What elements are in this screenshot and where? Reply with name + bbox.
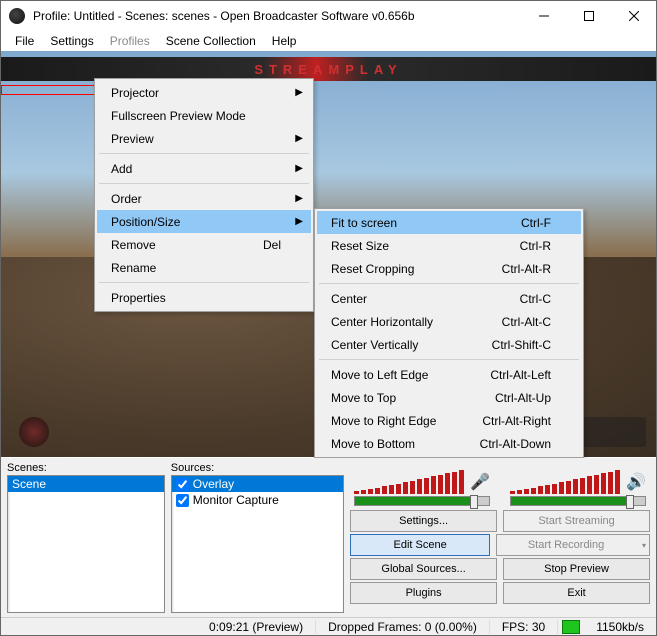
ctx-position-size[interactable]: Position/Size▶ bbox=[97, 210, 311, 233]
selection-outline[interactable] bbox=[1, 85, 95, 95]
scenes-label: Scenes: bbox=[7, 462, 165, 474]
controls-column: 🎤 🔊 Settings... Start Streaming Edit Sce… bbox=[350, 462, 650, 613]
ctx-move-left-edge[interactable]: Move to Left EdgeCtrl-Alt-Left bbox=[317, 363, 581, 386]
source-item-overlay[interactable]: Overlay bbox=[172, 476, 343, 492]
menu-profiles[interactable]: Profiles bbox=[102, 32, 158, 50]
sources-label: Sources: bbox=[171, 462, 344, 474]
status-bitrate: 1150kb/s bbox=[584, 620, 656, 634]
minimize-button[interactable] bbox=[521, 1, 566, 31]
slider-thumb[interactable] bbox=[470, 495, 478, 509]
source-item-label: Overlay bbox=[193, 477, 234, 491]
chevron-right-icon: ▶ bbox=[295, 193, 303, 204]
maximize-button[interactable] bbox=[566, 1, 611, 31]
ctx-fit-to-screen[interactable]: Fit to screenCtrl-F bbox=[317, 211, 581, 234]
edit-scene-button[interactable]: Edit Scene bbox=[350, 534, 490, 556]
window-controls bbox=[521, 1, 656, 31]
menu-separator bbox=[99, 153, 309, 154]
ctx-center-horizontally[interactable]: Center HorizontallyCtrl-Alt-C bbox=[317, 310, 581, 333]
speaker-volume-slider[interactable] bbox=[510, 496, 646, 506]
stop-preview-button[interactable]: Stop Preview bbox=[503, 558, 650, 580]
scene-item[interactable]: Scene bbox=[8, 476, 164, 492]
menu-file[interactable]: File bbox=[7, 32, 42, 50]
chevron-right-icon: ▶ bbox=[295, 216, 303, 227]
chevron-right-icon: ▶ bbox=[295, 133, 303, 144]
ctx-order[interactable]: Order▶ bbox=[97, 187, 311, 210]
game-hud-left bbox=[19, 417, 49, 447]
scene-item-label: Scene bbox=[12, 477, 46, 491]
source-item-label: Monitor Capture bbox=[193, 493, 279, 507]
speaker-meter: 🔊 bbox=[510, 470, 646, 494]
microphone-icon[interactable]: 🎤 bbox=[470, 472, 490, 492]
context-menu-position-size: Fit to screenCtrl-F Reset SizeCtrl-R Res… bbox=[314, 208, 584, 458]
ctx-center-vertically[interactable]: Center VerticallyCtrl-Shift-C bbox=[317, 333, 581, 356]
titlebar: Profile: Untitled - Scenes: scenes - Ope… bbox=[1, 1, 656, 31]
ctx-reset-size[interactable]: Reset SizeCtrl-R bbox=[317, 234, 581, 257]
ctx-move-top[interactable]: Move to TopCtrl-Alt-Up bbox=[317, 386, 581, 409]
exit-button[interactable]: Exit bbox=[503, 582, 650, 604]
global-sources-button[interactable]: Global Sources... bbox=[350, 558, 497, 580]
close-button[interactable] bbox=[611, 1, 656, 31]
menu-settings[interactable]: Settings bbox=[42, 32, 101, 50]
ctx-move-right-edge[interactable]: Move to Right EdgeCtrl-Alt-Right bbox=[317, 409, 581, 432]
ctx-preview[interactable]: Preview▶ bbox=[97, 127, 311, 150]
menu-help[interactable]: Help bbox=[264, 32, 305, 50]
start-recording-button[interactable]: Start Recording bbox=[496, 534, 650, 556]
slider-thumb[interactable] bbox=[626, 495, 634, 509]
source-checkbox[interactable] bbox=[176, 494, 189, 507]
ctx-fullscreen-preview[interactable]: Fullscreen Preview Mode bbox=[97, 104, 311, 127]
ctx-reset-cropping[interactable]: Reset CroppingCtrl-Alt-R bbox=[317, 257, 581, 280]
menubar: File Settings Profiles Scene Collection … bbox=[1, 31, 656, 51]
ctx-add[interactable]: Add▶ bbox=[97, 157, 311, 180]
game-hud-right bbox=[576, 417, 646, 447]
scenes-listbox[interactable]: Scene bbox=[7, 475, 165, 613]
ctx-properties[interactable]: Properties bbox=[97, 286, 311, 309]
start-streaming-button[interactable]: Start Streaming bbox=[503, 510, 650, 532]
menu-scene-collection[interactable]: Scene Collection bbox=[158, 32, 264, 50]
ctx-remove[interactable]: RemoveDel bbox=[97, 233, 311, 256]
settings-button[interactable]: Settings... bbox=[350, 510, 497, 532]
status-dropped-frames: Dropped Frames: 0 (0.00%) bbox=[316, 620, 490, 634]
sources-listbox[interactable]: Overlay Monitor Capture bbox=[171, 475, 344, 613]
status-fps: FPS: 30 bbox=[490, 620, 558, 634]
app-icon bbox=[9, 8, 25, 24]
status-bar: 0:09:21 (Preview) Dropped Frames: 0 (0.0… bbox=[1, 617, 656, 635]
ctx-move-bottom[interactable]: Move to BottomCtrl-Alt-Down bbox=[317, 432, 581, 455]
menu-separator bbox=[99, 183, 309, 184]
ctx-center[interactable]: CenterCtrl-C bbox=[317, 287, 581, 310]
mic-volume-slider[interactable] bbox=[354, 496, 490, 506]
menu-separator bbox=[319, 283, 579, 284]
speaker-icon[interactable]: 🔊 bbox=[626, 472, 646, 492]
volume-sliders bbox=[350, 496, 650, 508]
menu-separator bbox=[319, 359, 579, 360]
bottom-panel: Scenes: Scene Sources: Overlay Monitor C… bbox=[1, 458, 656, 617]
window-title: Profile: Untitled - Scenes: scenes - Ope… bbox=[33, 9, 521, 23]
source-item-monitor-capture[interactable]: Monitor Capture bbox=[172, 492, 343, 508]
scenes-column: Scenes: Scene bbox=[7, 462, 165, 613]
context-menu-main: Projector▶ Fullscreen Preview Mode Previ… bbox=[94, 78, 314, 312]
sources-column: Sources: Overlay Monitor Capture bbox=[171, 462, 344, 613]
chevron-right-icon: ▶ bbox=[295, 87, 303, 98]
ctx-projector[interactable]: Projector▶ bbox=[97, 81, 311, 104]
mic-meter: 🎤 bbox=[354, 470, 490, 494]
status-indicator-icon bbox=[562, 620, 580, 634]
audio-meters: 🎤 🔊 bbox=[350, 462, 650, 494]
chevron-right-icon: ▶ bbox=[295, 163, 303, 174]
plugins-button[interactable]: Plugins bbox=[350, 582, 497, 604]
menu-separator bbox=[99, 282, 309, 283]
status-time: 0:09:21 (Preview) bbox=[197, 620, 316, 634]
ctx-rename[interactable]: Rename bbox=[97, 256, 311, 279]
source-checkbox[interactable] bbox=[176, 478, 189, 491]
